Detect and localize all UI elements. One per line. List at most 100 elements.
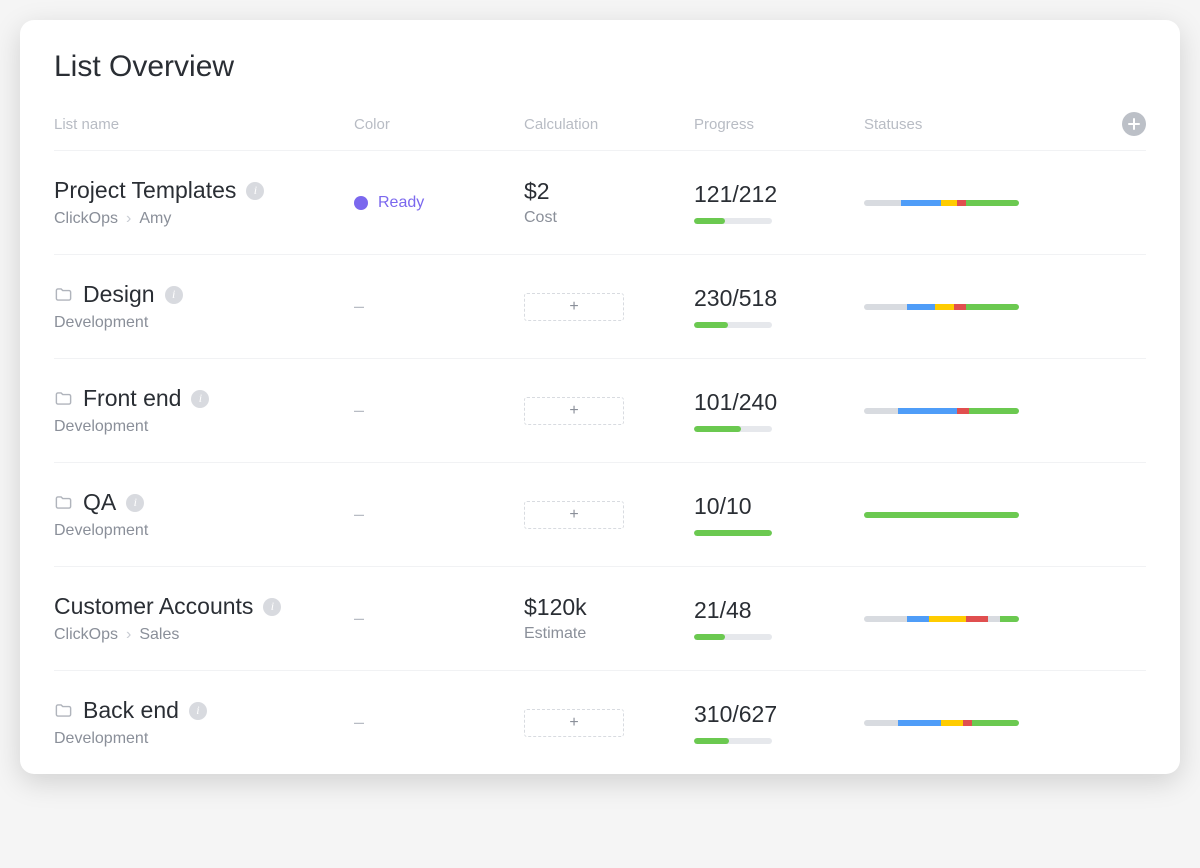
table-row[interactable]: Back endiDevelopment–+310/627 bbox=[54, 671, 1146, 774]
status-segment bbox=[898, 408, 957, 414]
status-segment bbox=[954, 304, 966, 310]
progress-bar bbox=[694, 634, 772, 640]
breadcrumb: ClickOps›Sales bbox=[54, 626, 354, 644]
statuses-cell bbox=[864, 720, 1106, 726]
color-cell[interactable]: Ready bbox=[354, 194, 524, 212]
name-cell: Project Templates i ClickOps › Amy bbox=[54, 177, 354, 228]
list-name: Design bbox=[83, 281, 155, 308]
list-name: Front end bbox=[83, 385, 181, 412]
add-column-button[interactable] bbox=[1122, 112, 1146, 136]
progress-text: 230/518 bbox=[694, 285, 864, 312]
calculation-cell: + bbox=[524, 709, 694, 737]
add-calculation-button[interactable]: + bbox=[524, 501, 624, 529]
status-segment bbox=[966, 200, 1019, 206]
status-segment bbox=[929, 616, 966, 622]
color-empty: – bbox=[354, 400, 364, 421]
table-header: List name Color Calculation Progress Sta… bbox=[54, 112, 1146, 151]
statuses-cell bbox=[864, 512, 1106, 518]
status-segment bbox=[941, 200, 957, 206]
info-icon[interactable]: i bbox=[263, 598, 281, 616]
status-segment bbox=[864, 720, 898, 726]
color-empty: – bbox=[354, 712, 364, 733]
table-row[interactable]: Front end i Development – +101/240 bbox=[54, 359, 1146, 463]
status-bar[interactable] bbox=[864, 512, 1019, 518]
progress-bar bbox=[694, 322, 772, 328]
list-name: Customer Accounts bbox=[54, 593, 253, 620]
calculation-cell: + bbox=[524, 397, 694, 425]
color-empty: – bbox=[354, 608, 364, 629]
info-icon[interactable]: i bbox=[191, 390, 209, 408]
status-segment bbox=[864, 200, 901, 206]
status-segment bbox=[935, 304, 954, 310]
breadcrumb-item[interactable]: Sales bbox=[139, 626, 179, 644]
progress-fill bbox=[694, 634, 725, 640]
breadcrumb: Development bbox=[54, 730, 354, 748]
breadcrumb-item[interactable]: Development bbox=[54, 418, 148, 436]
statuses-cell bbox=[864, 200, 1106, 206]
color-cell[interactable]: – bbox=[354, 400, 524, 421]
progress-text: 121/212 bbox=[694, 181, 864, 208]
folder-icon bbox=[54, 389, 73, 408]
progress-cell: 21/48 bbox=[694, 597, 864, 640]
status-segment bbox=[907, 304, 935, 310]
color-cell[interactable]: – bbox=[354, 608, 524, 629]
status-segment bbox=[901, 200, 941, 206]
color-cell[interactable]: – bbox=[354, 712, 524, 733]
progress-fill bbox=[694, 218, 725, 224]
status-bar[interactable] bbox=[864, 408, 1019, 414]
breadcrumb-item[interactable]: Development bbox=[54, 730, 148, 748]
page-title: List Overview bbox=[54, 50, 1146, 84]
progress-text: 101/240 bbox=[694, 389, 864, 416]
progress-text: 310/627 bbox=[694, 701, 864, 728]
info-icon[interactable]: i bbox=[126, 494, 144, 512]
progress-cell: 101/240 bbox=[694, 389, 864, 432]
table-row[interactable]: Customer AccountsiClickOps›Sales–$120kEs… bbox=[54, 567, 1146, 671]
info-icon[interactable]: i bbox=[165, 286, 183, 304]
name-cell: Front end i Development bbox=[54, 385, 354, 436]
name-cell: Back endiDevelopment bbox=[54, 697, 354, 748]
list-name: QA bbox=[83, 489, 116, 516]
table-row[interactable]: Project TemplatesiClickOps›AmyReady$2Cos… bbox=[54, 151, 1146, 255]
progress-cell: 121/212 bbox=[694, 181, 864, 224]
list-name: Project Templates bbox=[54, 177, 236, 204]
breadcrumb-item[interactable]: ClickOps bbox=[54, 210, 118, 228]
info-icon[interactable]: i bbox=[246, 182, 264, 200]
status-segment bbox=[969, 408, 1019, 414]
status-bar[interactable] bbox=[864, 304, 1019, 310]
breadcrumb-item[interactable]: ClickOps bbox=[54, 626, 118, 644]
add-calculation-button[interactable]: + bbox=[524, 397, 624, 425]
status-bar[interactable] bbox=[864, 200, 1019, 206]
calc-value: $2 bbox=[524, 178, 694, 205]
info-icon[interactable]: i bbox=[189, 702, 207, 720]
add-calculation-button[interactable]: + bbox=[524, 709, 624, 737]
col-header-progress: Progress bbox=[694, 116, 864, 133]
status-segment bbox=[898, 720, 941, 726]
progress-bar bbox=[694, 218, 772, 224]
color-cell[interactable]: – bbox=[354, 504, 524, 525]
breadcrumb: ClickOps › Amy bbox=[54, 210, 354, 228]
status-segment bbox=[941, 720, 963, 726]
status-segment bbox=[963, 720, 972, 726]
calc-label: Estimate bbox=[524, 625, 694, 643]
status-segment bbox=[966, 304, 1019, 310]
folder-icon bbox=[54, 493, 73, 512]
breadcrumb-item[interactable]: Development bbox=[54, 314, 148, 332]
color-cell[interactable]: – bbox=[354, 296, 524, 317]
table-row[interactable]: QAiDevelopment–+10/10 bbox=[54, 463, 1146, 567]
statuses-cell bbox=[864, 616, 1106, 622]
chevron-right-icon: › bbox=[126, 210, 131, 228]
breadcrumb: Development bbox=[54, 314, 354, 332]
color-empty: – bbox=[354, 504, 364, 525]
table-row[interactable]: Designi Development –+230/518 bbox=[54, 255, 1146, 359]
status-segment bbox=[957, 408, 969, 414]
breadcrumb: Development bbox=[54, 522, 354, 540]
breadcrumb-item[interactable]: Amy bbox=[139, 210, 171, 228]
status-segment bbox=[1000, 616, 1019, 622]
status-bar[interactable] bbox=[864, 616, 1019, 622]
progress-cell: 310/627 bbox=[694, 701, 864, 744]
breadcrumb-item[interactable]: Development bbox=[54, 522, 148, 540]
folder-icon bbox=[54, 285, 73, 304]
status-bar[interactable] bbox=[864, 720, 1019, 726]
status-segment bbox=[864, 616, 907, 622]
add-calculation-button[interactable]: + bbox=[524, 293, 624, 321]
